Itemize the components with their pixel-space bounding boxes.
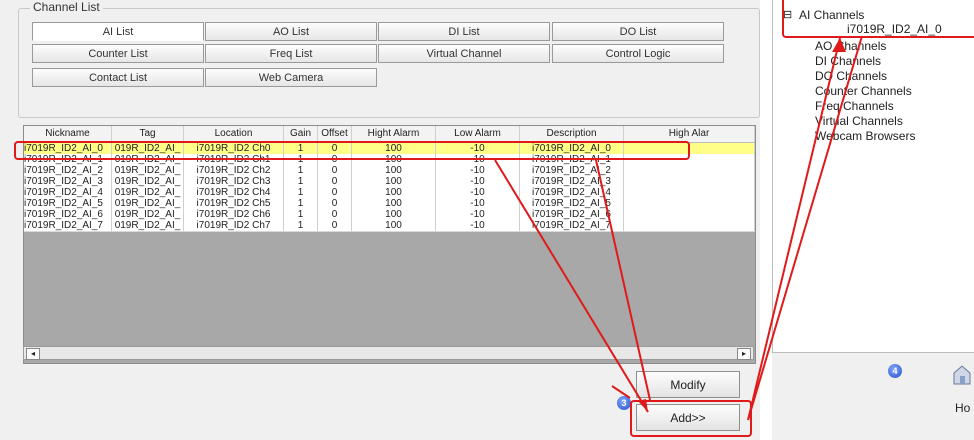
tree-node-freq-channels[interactable]: Freq Channels [815, 99, 894, 113]
table-cell[interactable]: i7019R_ID2_AI_4 [24, 187, 112, 198]
tree-node-ao-channels[interactable]: AO Channels [815, 39, 886, 53]
channel-grid[interactable]: Nickname Tag Location Gain Offset Hight Alarm… [23, 125, 756, 364]
channel-tree: ⊟ AI Channels i7019R_ID2_AI_0 AO Channel… [772, 0, 974, 353]
table-cell[interactable] [624, 209, 755, 220]
table-cell[interactable]: i7019R_ID2_AI_3 [24, 176, 112, 187]
table-cell[interactable]: -10 [436, 165, 520, 176]
table-cell[interactable]: 100 [352, 220, 436, 231]
tab-ai-list[interactable]: AI List [32, 22, 204, 41]
table-cell[interactable]: 0 [318, 209, 352, 220]
channel-list-title: Channel List [30, 0, 103, 14]
table-cell[interactable]: -10 [436, 220, 520, 231]
tab-web-camera[interactable]: Web Camera [205, 68, 377, 87]
table-cell[interactable]: 1 [284, 198, 318, 209]
tree-node-counter-channels[interactable]: Counter Channels [815, 84, 912, 98]
column-header[interactable]: Gain [284, 126, 318, 142]
table-cell[interactable]: 1 [284, 176, 318, 187]
table-cell[interactable]: i7019R_ID2_AI_7 [520, 220, 624, 231]
table-cell[interactable]: 100 [352, 165, 436, 176]
right-button-area: 4 Ho [772, 353, 974, 440]
table-cell[interactable]: i7019R_ID2_AI_4 [520, 187, 624, 198]
table-cell[interactable]: 019R_ID2_AI_ [112, 165, 184, 176]
tree-node-virtual-channels[interactable]: Virtual Channels [815, 114, 903, 128]
table-cell[interactable]: i7019R_ID2 Ch5 [184, 198, 284, 209]
home-button-label[interactable]: Ho [955, 401, 970, 415]
modify-button[interactable]: Modify [636, 371, 740, 398]
table-cell[interactable]: i7019R_ID2 Ch7 [184, 220, 284, 231]
table-cell[interactable]: i7019R_ID2_AI_2 [520, 165, 624, 176]
table-cell[interactable]: 019R_ID2_AI_ [112, 220, 184, 231]
table-cell[interactable]: 1 [284, 209, 318, 220]
column-header[interactable]: Hight Alarm [352, 126, 436, 142]
table-cell[interactable]: 019R_ID2_AI_ [112, 176, 184, 187]
tab-di-list[interactable]: DI List [378, 22, 550, 41]
scroll-left-icon[interactable]: ◂ [26, 348, 40, 360]
table-cell[interactable]: -10 [436, 209, 520, 220]
table-cell[interactable]: 019R_ID2_AI_ [112, 187, 184, 198]
table-cell[interactable] [624, 176, 755, 187]
tree-node-di-channels[interactable]: DI Channels [815, 54, 881, 68]
table-cell[interactable]: i7019R_ID2 Ch2 [184, 165, 284, 176]
table-cell[interactable]: 100 [352, 176, 436, 187]
tab-do-list[interactable]: DO List [552, 22, 724, 41]
table-cell[interactable]: 100 [352, 198, 436, 209]
table-cell[interactable]: i7019R_ID2_AI_3 [520, 176, 624, 187]
table-cell[interactable]: 0 [318, 198, 352, 209]
table-cell[interactable]: i7019R_ID2 Ch6 [184, 209, 284, 220]
table-cell[interactable]: 019R_ID2_AI_ [112, 198, 184, 209]
table-cell[interactable]: 1 [284, 165, 318, 176]
table-cell[interactable]: i7019R_ID2_AI_5 [520, 198, 624, 209]
table-cell[interactable]: i7019R_ID2 Ch3 [184, 176, 284, 187]
table-cell[interactable]: 0 [318, 220, 352, 231]
horizontal-scrollbar[interactable]: ◂ ▸ [23, 346, 754, 360]
scroll-right-icon[interactable]: ▸ [737, 348, 751, 360]
table-cell[interactable]: i7019R_ID2_AI_7 [24, 220, 112, 231]
table-cell[interactable] [624, 187, 755, 198]
tree-node-webcam-browsers[interactable]: Webcam Browsers [815, 129, 915, 143]
table-cell[interactable]: -10 [436, 198, 520, 209]
column-header[interactable]: Location [184, 126, 284, 142]
column-header[interactable]: Nickname [24, 126, 112, 142]
channel-editor-panel: Channel List AI List AO List DI List DO Lis… [0, 0, 760, 440]
table-cell[interactable]: 1 [284, 220, 318, 231]
tab-control-logic[interactable]: Control Logic [552, 44, 724, 63]
table-cell[interactable]: i7019R_ID2 Ch4 [184, 187, 284, 198]
table-cell[interactable] [624, 198, 755, 209]
table-cell[interactable]: 0 [318, 176, 352, 187]
table-cell[interactable]: 100 [352, 209, 436, 220]
table-cell[interactable]: 0 [318, 187, 352, 198]
column-header[interactable]: Tag [112, 126, 184, 142]
tab-ao-list[interactable]: AO List [205, 22, 377, 41]
column-header[interactable]: High Alar [624, 126, 755, 142]
table-cell[interactable] [624, 165, 755, 176]
add-button-highlight [630, 400, 752, 437]
column-header[interactable]: Description [520, 126, 624, 142]
table-cell[interactable]: i7019R_ID2_AI_5 [24, 198, 112, 209]
tab-contact-list[interactable]: Contact List [32, 68, 204, 87]
step-4-marker: 4 [888, 364, 902, 378]
table-cell[interactable]: 0 [318, 165, 352, 176]
tab-counter-list[interactable]: Counter List [32, 44, 204, 63]
table-cell[interactable]: -10 [436, 187, 520, 198]
table-cell[interactable]: 100 [352, 187, 436, 198]
table-cell[interactable]: 1 [284, 187, 318, 198]
table-cell[interactable]: 019R_ID2_AI_ [112, 209, 184, 220]
table-cell[interactable]: i7019R_ID2_AI_2 [24, 165, 112, 176]
tab-virtual-channel[interactable]: Virtual Channel [378, 44, 550, 63]
tab-freq-list[interactable]: Freq List [205, 44, 377, 63]
column-header[interactable]: Low Alarm [436, 126, 520, 142]
table-row[interactable]: i7019R_ID2_AI_7 019R_ID2_AI_ i7019R_ID2 Ch… [24, 220, 755, 232]
selected-row-highlight [14, 141, 690, 160]
column-header[interactable]: Offset [318, 126, 352, 142]
table-cell[interactable]: -10 [436, 176, 520, 187]
table-cell[interactable]: i7019R_ID2_AI_6 [24, 209, 112, 220]
tree-node-do-channels[interactable]: DO Channels [815, 69, 887, 83]
home-icon[interactable] [952, 363, 972, 385]
step-3-marker: 3 [617, 396, 631, 410]
table-cell[interactable] [624, 220, 755, 231]
ai-channel-highlight [782, 0, 974, 38]
table-cell[interactable]: i7019R_ID2_AI_6 [520, 209, 624, 220]
